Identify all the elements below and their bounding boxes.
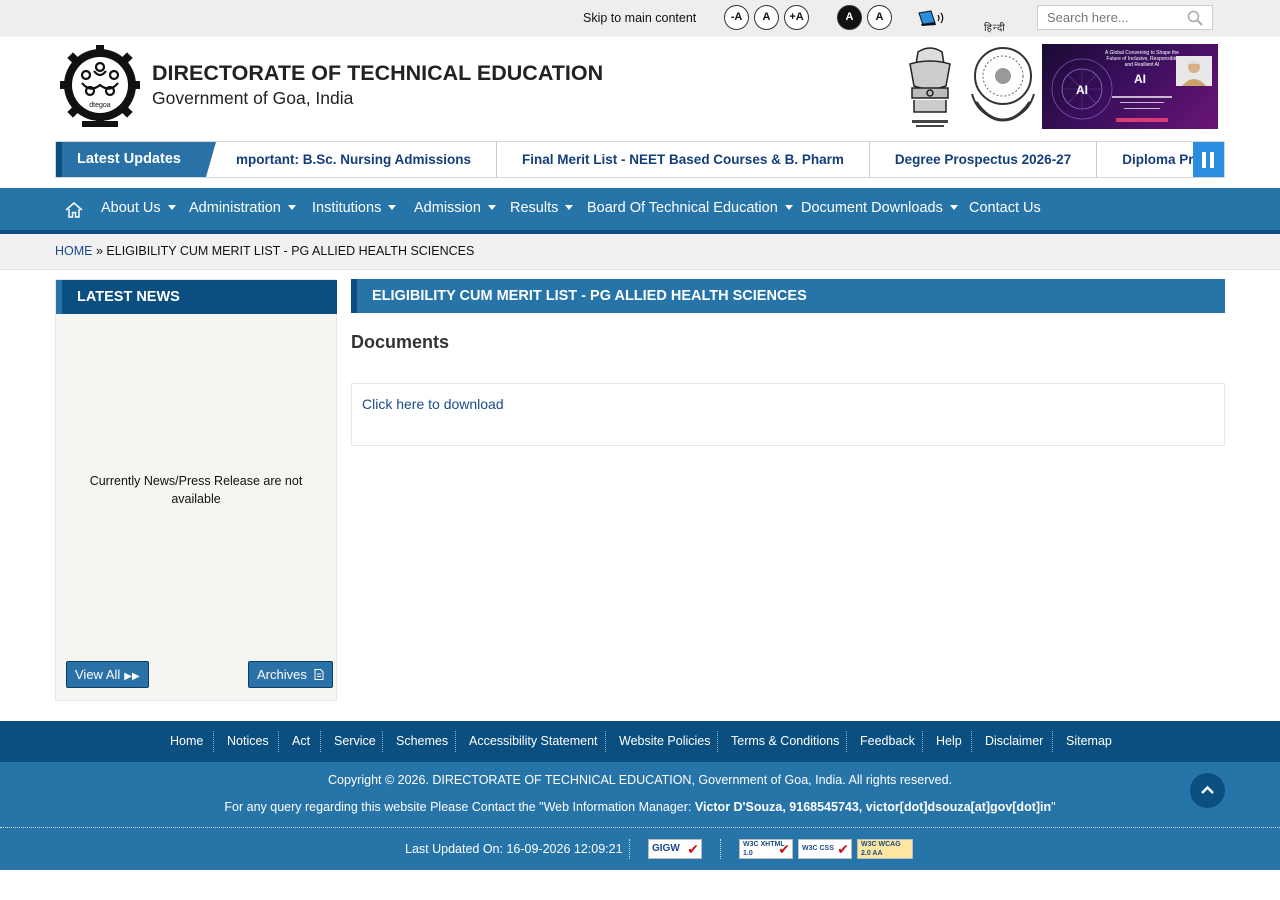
footer-link-service[interactable]: Service: [334, 721, 376, 762]
footer-link-help[interactable]: Help: [936, 721, 962, 762]
site-title[interactable]: DIRECTORATE OF TECHNICAL EDUCATION: [152, 61, 603, 86]
ai-summit-banner[interactable]: A Global Convening to Shape the Future o…: [1042, 44, 1218, 129]
footer-link-act[interactable]: Act: [292, 721, 310, 762]
nav-board-of-technical-education[interactable]: Board Of Technical Education: [587, 188, 793, 230]
breadcrumb-bar: HOME » ELIGIBILITY CUM MERIT LIST - PG A…: [0, 234, 1280, 270]
check-icon: ✔: [837, 841, 849, 857]
font-normal-button[interactable]: A: [754, 5, 779, 30]
chevron-down-icon: [388, 205, 397, 210]
footer: Copyright © 2026. DIRECTORATE OF TECHNIC…: [0, 762, 1280, 870]
logo-text: dtegoa: [89, 102, 111, 109]
page-title: ELIGIBILITY CUM MERIT LIST - PG ALLIED H…: [351, 279, 1225, 313]
font-decrease-button[interactable]: -A: [724, 5, 749, 30]
footer-link-feedback[interactable]: Feedback: [860, 721, 915, 762]
gigw-badge[interactable]: GIGW ✔: [648, 839, 702, 859]
chevron-down-icon: [784, 205, 793, 210]
nav-institutions[interactable]: Institutions: [312, 188, 397, 230]
ticker-item[interactable]: Final Merit List - NEET Based Courses & …: [497, 142, 870, 177]
footer-link-terms-conditions[interactable]: Terms & Conditions: [731, 721, 839, 762]
view-all-button[interactable]: View All ▶▶: [66, 661, 149, 688]
utility-bar: Skip to main content -A A +A A A हिन्दी: [0, 0, 1280, 37]
footer-link-notices[interactable]: Notices: [227, 721, 269, 762]
copyright-text: Copyright © 2026. DIRECTORATE OF TECHNIC…: [328, 773, 952, 787]
footer-link-sitemap[interactable]: Sitemap: [1066, 721, 1112, 762]
breadcrumb-current: ELIGIBILITY CUM MERIT LIST - PG ALLIED H…: [106, 244, 475, 258]
chevron-down-icon: [287, 205, 296, 210]
latest-updates-label: Latest Updates: [56, 142, 206, 177]
screen-reader-icon[interactable]: [917, 9, 947, 27]
latest-news-heading: LATEST NEWS: [56, 280, 337, 314]
font-increase-button[interactable]: +A: [784, 5, 809, 30]
latest-news-panel: LATEST NEWS Currently News/Press Release…: [55, 279, 337, 701]
news-empty-message: Currently News/Press Release are not ava…: [89, 474, 303, 506]
ticker-pause-button[interactable]: [1193, 142, 1224, 177]
w3c-xhtml-badge[interactable]: W3C XHTML 1.0 ✔: [739, 839, 793, 859]
document-icon: [314, 669, 324, 680]
check-icon: ✔: [687, 841, 699, 857]
chevron-down-icon: [565, 205, 574, 210]
footer-link-accessibility-statement[interactable]: Accessibility Statement: [469, 721, 598, 762]
normal-contrast-button[interactable]: A: [867, 5, 892, 30]
footer-link-disclaimer[interactable]: Disclaimer: [985, 721, 1043, 762]
search-input[interactable]: [1038, 6, 1178, 29]
site-subtitle: Government of Goa, India: [152, 88, 354, 108]
download-link[interactable]: Click here to download: [362, 396, 504, 412]
archives-button[interactable]: Archives: [248, 661, 334, 688]
ticker-track: mportant: B.Sc. Nursing Admissions Final …: [236, 142, 1194, 177]
svg-text:AI: AI: [1076, 83, 1088, 97]
chevron-down-icon: [167, 205, 176, 210]
ticker-item[interactable]: Degree Prospectus 2026-27: [870, 142, 1098, 177]
nav-results[interactable]: Results: [510, 188, 574, 230]
footer-link-schemes[interactable]: Schemes: [396, 721, 448, 762]
search-box: [1037, 5, 1213, 30]
contact-query-text: For any query regarding this website Ple…: [224, 800, 1056, 814]
ticker-item[interactable]: Diploma Prospectus 2026-27: [1097, 142, 1194, 177]
national-emblem-icon: [909, 47, 951, 127]
main-navigation: About Us Administration Institutions Adm…: [0, 188, 1280, 234]
nav-administration[interactable]: Administration: [189, 188, 296, 230]
chevron-down-icon: [487, 205, 496, 210]
high-contrast-button[interactable]: A: [837, 5, 862, 30]
nav-document-downloads[interactable]: Document Downloads: [801, 188, 958, 230]
footer-links-bar: Home Notices Act Service Schemes Accessi…: [0, 721, 1280, 762]
breadcrumb-home-link[interactable]: HOME: [55, 244, 93, 258]
w3c-css-badge[interactable]: W3C CSS ✔: [798, 839, 852, 859]
dte-logo[interactable]: dtegoa: [60, 45, 140, 129]
check-icon: ✔: [778, 841, 790, 857]
footer-link-home[interactable]: Home: [170, 721, 203, 762]
chevron-up-icon: [1201, 785, 1214, 794]
nav-about-us[interactable]: About Us: [101, 188, 176, 230]
web-manager-contact: Victor D'Souza, 9168545743, victor[dot]d…: [694, 800, 1052, 814]
ticker-item[interactable]: mportant: B.Sc. Nursing Admissions: [236, 142, 498, 177]
skip-to-content-link[interactable]: Skip to main content: [583, 11, 696, 25]
documents-box: Click here to download: [351, 383, 1225, 446]
breadcrumb-separator: »: [95, 244, 103, 258]
w3c-wcag-badge[interactable]: W3C WCAG 2.0 AA: [857, 839, 913, 859]
double-chevron-right-icon: ▶▶: [124, 671, 140, 682]
latest-updates-ticker: Latest Updates mportant: B.Sc. Nursing A…: [55, 141, 1225, 178]
chevron-down-icon: [949, 205, 958, 210]
nav-contact-us[interactable]: Contact Us: [969, 188, 1041, 230]
breadcrumb: HOME » ELIGIBILITY CUM MERIT LIST - PG A…: [55, 244, 474, 258]
language-toggle[interactable]: हिन्दी: [984, 20, 1006, 34]
search-icon[interactable]: [1187, 10, 1203, 26]
goa-government-seal-icon: [971, 47, 1035, 122]
ai-circuit-graphic: AI: [1051, 58, 1113, 120]
scroll-to-top-button[interactable]: [1190, 773, 1225, 808]
home-icon[interactable]: [64, 200, 84, 220]
nav-admission[interactable]: Admission: [414, 188, 496, 230]
banner-person-graphic: [1176, 56, 1212, 86]
footer-link-website-policies[interactable]: Website Policies: [619, 721, 710, 762]
documents-heading: Documents: [351, 332, 450, 352]
last-updated-text: Last Updated On: 16-09-2026 12:09:21: [405, 842, 623, 856]
